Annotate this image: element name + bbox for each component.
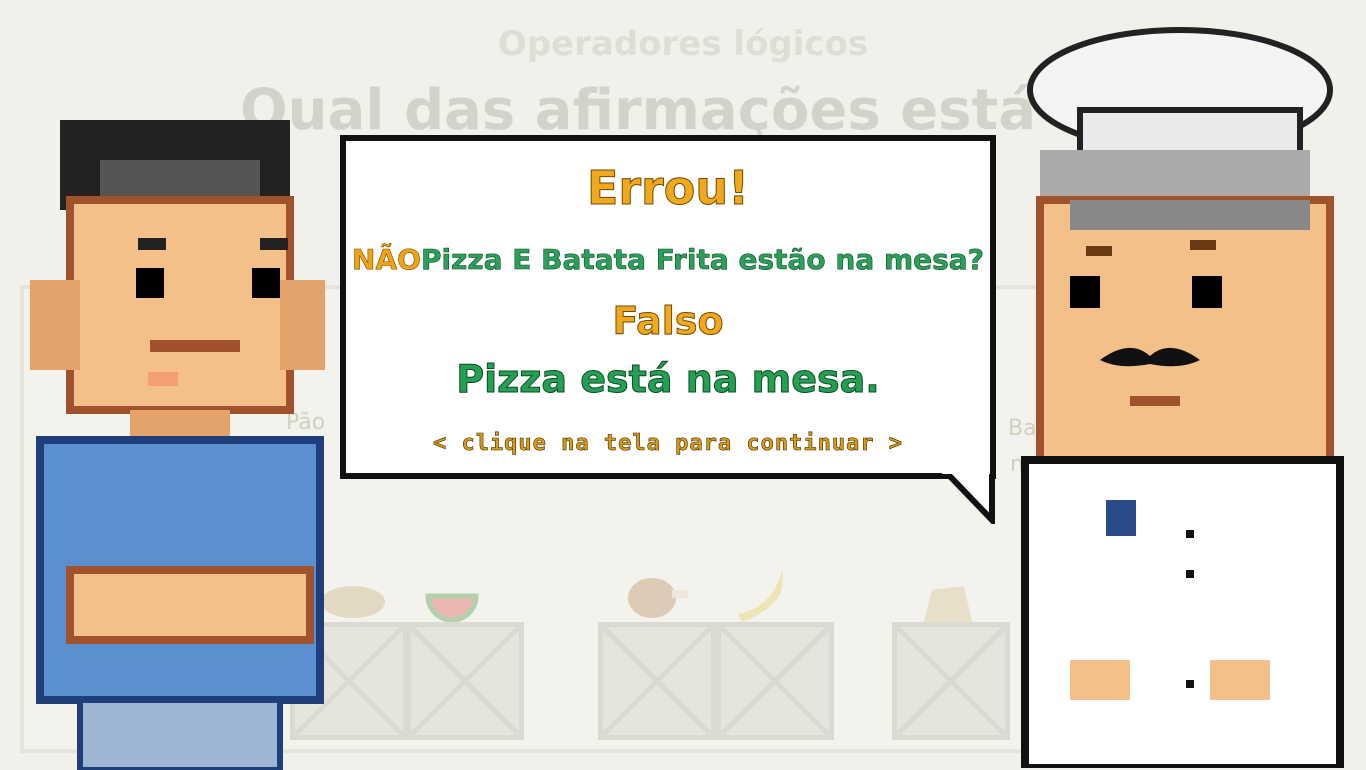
- watermelon-icon: [425, 593, 479, 622]
- chef-character: [1021, 27, 1344, 768]
- player-character: [30, 120, 325, 770]
- result-text: Errou!: [586, 161, 750, 216]
- question-label: Pizza E Batata Frita estão na mesa?: [420, 243, 985, 277]
- chicken-icon: [628, 578, 688, 618]
- question-text: NÃOPizza E Batata Frita estão na mesa?: [346, 243, 990, 277]
- bubble-tail: [942, 468, 995, 524]
- logo-badge-icon: [1106, 500, 1136, 536]
- crate: [716, 622, 834, 740]
- crate: [892, 622, 1010, 740]
- continue-hint[interactable]: < clique na tela para continuar >: [346, 431, 990, 457]
- banana-icon: [738, 570, 784, 622]
- explanation-text: Pizza está na mesa.: [456, 357, 880, 402]
- crate: [406, 622, 524, 740]
- game-screen[interactable]: { "background": { "subtitle": "Operadore…: [0, 0, 1366, 770]
- crate: [598, 622, 716, 740]
- fries-icon: [924, 586, 972, 622]
- answer-text: Falso: [612, 299, 724, 344]
- negation-label: NÃO: [352, 243, 422, 277]
- dialog-bubble[interactable]: Errou! NÃOPizza E Batata Frita estão na …: [340, 135, 996, 479]
